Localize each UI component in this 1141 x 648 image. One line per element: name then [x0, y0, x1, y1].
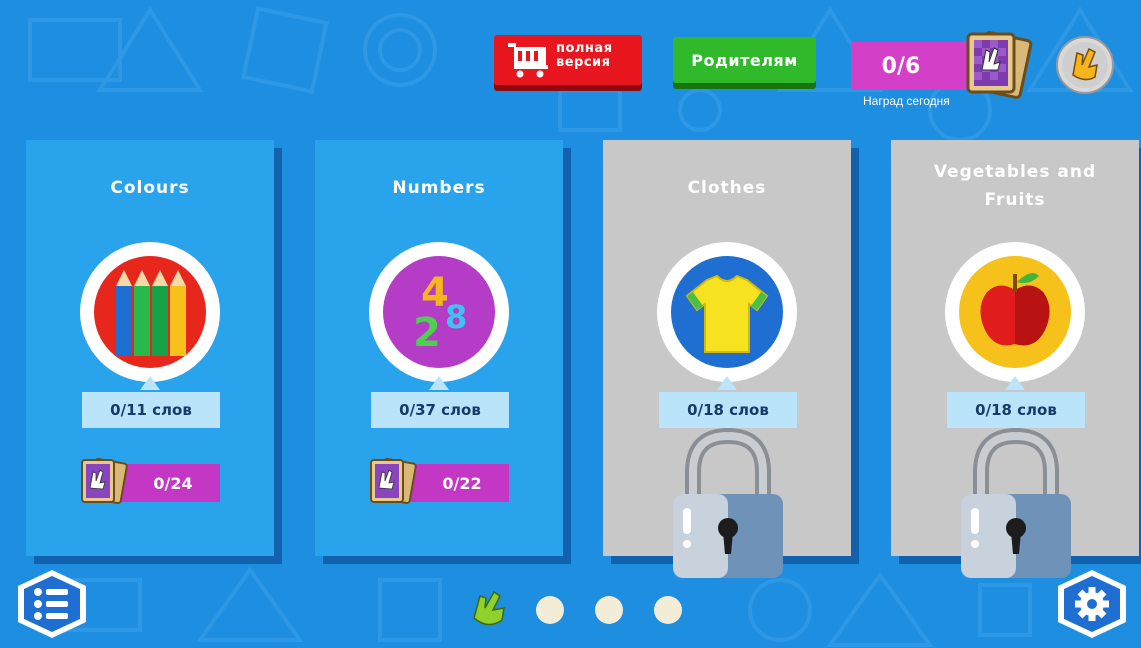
apple-icon [959, 256, 1071, 368]
parents-button[interactable]: Родителям [673, 37, 816, 83]
category-title: Colours [110, 178, 190, 198]
pager-dot[interactable] [536, 596, 564, 624]
settings-button[interactable] [1054, 568, 1130, 644]
card-progress: 0/24 [78, 458, 220, 504]
word-count-pointer [140, 376, 160, 390]
numbers-icon: 4 2 8 [383, 256, 495, 368]
card-progress-value: 0/24 [118, 464, 220, 502]
lock-icon [951, 427, 1081, 582]
hand-peace-icon [1056, 36, 1114, 94]
category-card-clothes[interactable]: Clothes 0/18 слов [603, 140, 851, 578]
category-image-frame [945, 242, 1085, 382]
word-count: 0/11 слов [82, 392, 220, 428]
word-count-pointer [1005, 376, 1025, 390]
full-version-line2: версия [556, 55, 611, 70]
rewards-today-panel[interactable]: 0/6 [851, 42, 970, 90]
word-count: 0/37 слов [371, 392, 509, 428]
svg-text:8: 8 [445, 298, 467, 336]
profile-button[interactable] [1055, 35, 1115, 99]
page-indicator[interactable] [468, 588, 688, 628]
pager-dot[interactable] [595, 596, 623, 624]
category-image-frame: 4 2 8 [369, 242, 509, 382]
rewards-value: 0/6 [881, 53, 921, 79]
svg-text:2: 2 [413, 310, 441, 356]
category-title: Clothes [687, 178, 767, 198]
gear-icon [1058, 570, 1126, 638]
word-count-pointer [429, 376, 449, 390]
word-count: 0/18 слов [947, 392, 1085, 428]
full-version-line1: полная [556, 41, 613, 56]
rewards-caption: Наград сегодня [863, 94, 950, 108]
reward-cards-icon [367, 458, 417, 510]
pager-current-hand-icon [468, 588, 512, 634]
pencils-icon [94, 256, 206, 368]
word-count: 0/18 слов [659, 392, 797, 428]
pager-dot[interactable] [654, 596, 682, 624]
card-progress: 0/22 [367, 458, 509, 504]
category-card-numbers[interactable]: Numbers 4 2 8 0/37 слов 0/22 [315, 140, 563, 556]
reward-cards-icon [958, 30, 1038, 104]
category-title: Numbers [392, 178, 486, 198]
reward-cards-icon [78, 458, 128, 510]
category-card-vegetables-and-fruits[interactable]: Vegetables and Fruits 0/18 слов [891, 140, 1139, 578]
tshirt-icon [671, 256, 783, 368]
category-title: Vegetables and Fruits [933, 162, 1097, 210]
menu-button[interactable] [14, 568, 90, 644]
category-image-frame [80, 242, 220, 382]
category-image-frame [657, 242, 797, 382]
list-menu-icon [18, 570, 86, 638]
shopping-cart-icon [506, 41, 550, 83]
lock-icon [663, 427, 793, 582]
card-progress-value: 0/22 [407, 464, 509, 502]
category-card-colours[interactable]: Colours 0/11 слов 0/24 [26, 140, 274, 556]
full-version-label: полная версия [556, 42, 613, 70]
word-count-pointer [717, 376, 737, 390]
full-version-button[interactable]: полная версия [494, 35, 642, 85]
